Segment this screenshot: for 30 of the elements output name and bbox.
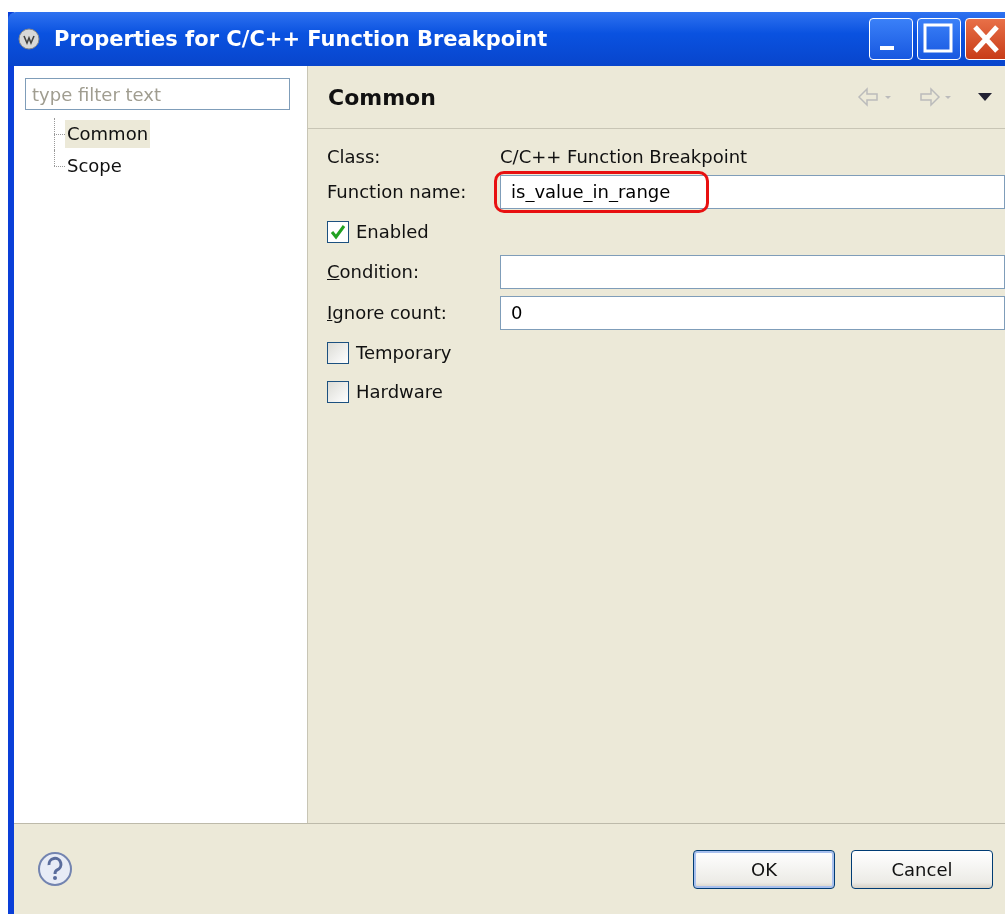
dialog-button[interactable]: OK [693, 849, 835, 889]
minimize-icon [880, 46, 894, 50]
dialog-button[interactable]: Cancel [851, 849, 993, 889]
close-icon [972, 24, 1000, 54]
text-field[interactable]: is_value_in_range [500, 174, 1005, 209]
checkbox-label: Hardware [356, 381, 443, 402]
checkbox-label: Temporary [356, 342, 452, 363]
tree-item[interactable]: Common [65, 120, 151, 148]
window-title: Properties for C/C++ Function Breakpoint [54, 27, 549, 51]
field-label: Ignore count: [327, 302, 448, 323]
field-label: Function name: [327, 181, 468, 202]
help-icon[interactable] [37, 851, 73, 887]
text-field[interactable]: 0 [500, 295, 1005, 330]
minimize-button[interactable] [869, 18, 913, 60]
close-button[interactable] [965, 18, 1005, 60]
tree-item[interactable]: Scope [65, 152, 124, 180]
checkbox[interactable] [327, 220, 349, 243]
field-label: Condition: [327, 261, 420, 282]
field-label: Class: [327, 145, 382, 167]
filter-field[interactable]: type filter text [25, 78, 290, 110]
checkbox-label: Enabled [356, 221, 429, 242]
maximize-button[interactable] [917, 18, 961, 60]
maximize-icon [923, 23, 953, 53]
page-title: Common [328, 84, 437, 110]
text-field[interactable] [500, 254, 1005, 289]
checkbox[interactable] [327, 341, 349, 364]
checkbox[interactable] [327, 380, 349, 403]
class-value: C/C++ Function Breakpoint [500, 145, 748, 167]
app-icon [18, 28, 40, 50]
menu-caret-icon[interactable] [977, 92, 993, 102]
